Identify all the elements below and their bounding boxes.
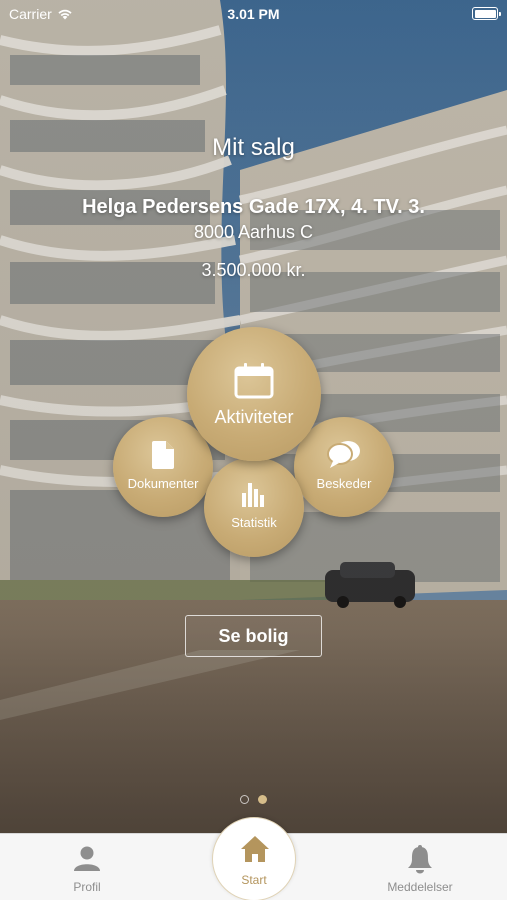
bell-icon bbox=[408, 845, 432, 874]
calendar-icon bbox=[234, 363, 274, 399]
home-icon bbox=[241, 836, 269, 862]
see-property-button[interactable]: Se bolig bbox=[185, 615, 322, 657]
bar-chart-icon bbox=[242, 483, 264, 507]
tab-home-label: Start bbox=[241, 873, 267, 887]
property-address: Helga Pedersens Gade 17X, 4. TV. 3. bbox=[82, 196, 425, 218]
statistics-label: Statistik bbox=[231, 515, 277, 530]
tab-profile-label: Profil bbox=[73, 880, 101, 894]
documents-label: Dokumenter bbox=[127, 476, 199, 491]
person-icon bbox=[74, 846, 100, 871]
activities-label: Aktiviteter bbox=[214, 407, 294, 427]
page-dot-2-active[interactable] bbox=[258, 795, 267, 804]
page-title: Mit salg bbox=[212, 134, 295, 161]
activities-button[interactable]: Aktiviteter bbox=[187, 327, 321, 461]
document-icon bbox=[152, 441, 174, 469]
status-bar: Carrier 3.01 PM bbox=[0, 0, 507, 28]
battery-icon bbox=[472, 7, 501, 20]
tab-notifications-label: Meddelelser bbox=[387, 880, 453, 894]
chat-bubbles-icon bbox=[327, 441, 360, 468]
tab-profile[interactable]: Profil bbox=[48, 834, 126, 900]
property-price: 3.500.000 kr. bbox=[201, 260, 306, 280]
page-dot-1[interactable] bbox=[240, 795, 249, 804]
messages-label: Beskeder bbox=[316, 476, 372, 491]
tab-notifications[interactable]: Meddelelser bbox=[380, 834, 460, 900]
property-city: 8000 Aarhus C bbox=[193, 222, 314, 242]
statistics-button[interactable]: Statistik bbox=[204, 457, 304, 557]
tab-home[interactable]: Start bbox=[212, 817, 296, 900]
status-time: 3.01 PM bbox=[227, 6, 280, 22]
